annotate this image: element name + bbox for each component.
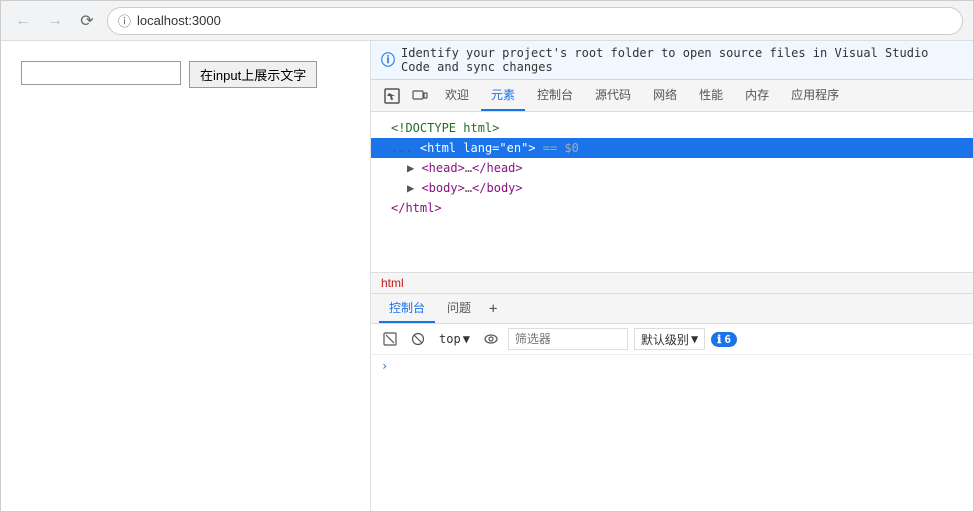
address-bar[interactable]: ⓘ localhost:3000 xyxy=(107,7,963,35)
dom-head-arrow[interactable]: ▶ xyxy=(407,161,421,175)
console-block-button[interactable] xyxy=(407,328,429,350)
level-select-arrow: ▼ xyxy=(691,332,698,346)
dom-head-line[interactable]: ▶ <head>…</head> xyxy=(371,158,973,178)
info-bar-text: Identify your project's root folder to o… xyxy=(401,46,963,74)
error-badge: ℹ 6 xyxy=(711,332,737,347)
dom-doctype: <!DOCTYPE html> xyxy=(371,118,973,138)
dom-attr-close: "> xyxy=(521,141,535,155)
dom-html-open-tag: <html xyxy=(420,141,463,155)
dom-html-close-line: </html> xyxy=(371,198,973,218)
tab-memory[interactable]: 内存 xyxy=(735,80,779,111)
dom-html-line[interactable]: ... <html lang="en"> == $0 xyxy=(371,138,973,158)
dom-body-arrow[interactable]: ▶ xyxy=(407,181,421,195)
console-toolbar: top ▼ 默认级别 ▼ ℹ 6 xyxy=(371,324,973,355)
browser-window: ← → ⟳ ⓘ localhost:3000 在input上展示文字 ⓘ Ide… xyxy=(0,0,974,512)
breadcrumb-bar: html xyxy=(371,272,973,294)
forward-button[interactable]: → xyxy=(43,9,67,33)
dom-dots: ... xyxy=(391,141,420,155)
dom-body-close-tag: </body> xyxy=(472,181,523,195)
tab-elements[interactable]: 元素 xyxy=(481,80,525,111)
console-tab-add[interactable]: + xyxy=(483,296,503,322)
top-select-label: top xyxy=(439,332,461,346)
dom-body-line[interactable]: ▶ <body>…</body> xyxy=(371,178,973,198)
dom-head-dots: … xyxy=(465,161,472,175)
error-icon: ℹ xyxy=(717,333,721,346)
tab-network[interactable]: 网络 xyxy=(643,80,687,111)
eye-button[interactable] xyxy=(480,328,502,350)
dom-attr-lang-value: en xyxy=(507,141,521,155)
console-content: › xyxy=(371,355,973,511)
tab-console[interactable]: 控制台 xyxy=(527,80,583,111)
tab-icon-inspect[interactable] xyxy=(379,81,405,111)
top-select-arrow: ▼ xyxy=(463,332,470,346)
tab-icon-devices[interactable] xyxy=(407,81,433,111)
console-chevron[interactable]: › xyxy=(381,359,388,373)
back-button[interactable]: ← xyxy=(11,9,35,33)
address-info-icon: ⓘ xyxy=(118,11,131,30)
tab-sources[interactable]: 源代码 xyxy=(585,80,641,111)
dom-body-dots: … xyxy=(465,181,472,195)
dom-equals: == $0 xyxy=(536,141,579,155)
dom-body-tag: <body> xyxy=(421,181,464,195)
demo-input[interactable] xyxy=(21,61,181,85)
info-icon: ⓘ xyxy=(381,50,395,70)
address-bar-text: localhost:3000 xyxy=(137,13,221,28)
browser-toolbar: ← → ⟳ ⓘ localhost:3000 xyxy=(1,1,973,41)
console-tab-issues[interactable]: 问题 xyxy=(437,294,481,323)
dom-head-close-tag: </head> xyxy=(472,161,523,175)
main-content: 在input上展示文字 ⓘ Identify your project's ro… xyxy=(1,41,973,511)
devtools-panel: ⓘ Identify your project's root folder to… xyxy=(371,41,973,511)
dom-head-tag: <head> xyxy=(421,161,464,175)
reload-button[interactable]: ⟳ xyxy=(75,9,99,33)
tab-welcome[interactable]: 欢迎 xyxy=(435,80,479,111)
console-tabs: 控制台 问题 + xyxy=(371,294,973,324)
devtools-tabs: 欢迎 元素 控制台 源代码 网络 性能 内存 应用程序 xyxy=(371,80,973,112)
dom-attr-equals: =" xyxy=(492,141,506,155)
breadcrumb-text: html xyxy=(381,276,404,290)
console-tab-console[interactable]: 控制台 xyxy=(379,294,435,323)
tab-performance[interactable]: 性能 xyxy=(689,80,733,111)
demo-button[interactable]: 在input上展示文字 xyxy=(189,61,317,88)
level-select[interactable]: 默认级别 ▼ xyxy=(634,328,705,350)
console-clear-button[interactable] xyxy=(379,328,401,350)
top-select[interactable]: top ▼ xyxy=(435,330,474,348)
filter-input[interactable] xyxy=(508,328,628,350)
tab-application[interactable]: 应用程序 xyxy=(781,80,849,111)
page-area: 在input上展示文字 xyxy=(1,41,371,511)
doctype-text: <!DOCTYPE html> xyxy=(391,121,499,135)
dom-html-close-tag: </html> xyxy=(391,201,442,215)
error-count: 6 xyxy=(724,333,731,346)
dom-attr-lang: lang xyxy=(463,141,492,155)
devtools-info-bar: ⓘ Identify your project's root folder to… xyxy=(371,41,973,80)
level-select-label: 默认级别 xyxy=(641,331,689,348)
dom-tree: <!DOCTYPE html> ... <html lang="en"> == … xyxy=(371,112,973,272)
